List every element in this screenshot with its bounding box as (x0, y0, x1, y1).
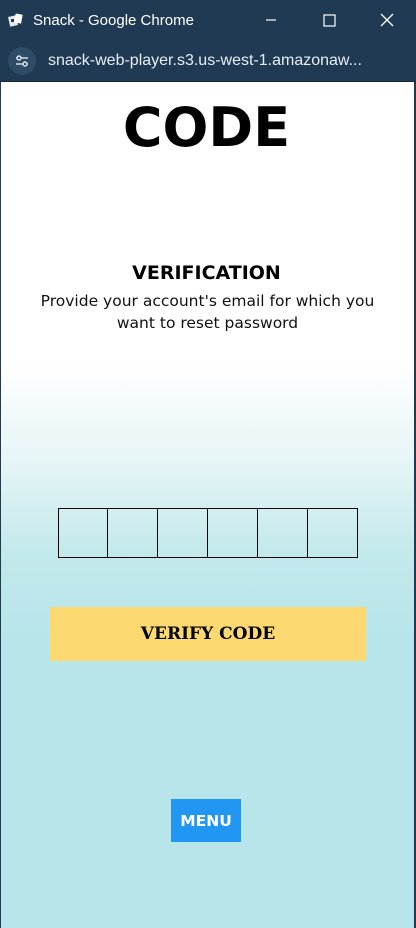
window-title: Snack - Google Chrome (33, 11, 194, 29)
page-title: CODE (122, 96, 291, 159)
window-titlebar: Snack - Google Chrome (0, 0, 416, 40)
site-settings-icon (16, 54, 28, 67)
page-description: Provide your account's email for which y… (40, 292, 375, 332)
code-digit-input[interactable] (308, 508, 358, 558)
menu-button[interactable]: MENU (171, 799, 241, 842)
minimize-icon (266, 19, 276, 21)
code-input-group (58, 508, 358, 558)
site-settings-button[interactable] (8, 46, 36, 75)
code-digit-input[interactable] (258, 508, 308, 558)
close-icon (380, 13, 394, 27)
code-digit-input[interactable] (108, 508, 158, 558)
maximize-icon (322, 13, 336, 27)
url-text[interactable]: snack-web-player.s3.us-west-1.amazonaw..… (48, 52, 393, 70)
maximize-button[interactable] (300, 0, 358, 40)
verify-code-button[interactable]: VERIFY CODE (50, 607, 366, 661)
minimize-button[interactable] (242, 0, 300, 40)
page-subtitle: VERIFICATION (132, 262, 281, 284)
code-digit-input[interactable] (158, 508, 208, 558)
snack-icon (5, 9, 27, 31)
close-button[interactable] (358, 0, 416, 40)
code-digit-input[interactable] (58, 508, 108, 558)
code-digit-input[interactable] (208, 508, 258, 558)
address-bar: snack-web-player.s3.us-west-1.amazonaw..… (0, 40, 416, 82)
